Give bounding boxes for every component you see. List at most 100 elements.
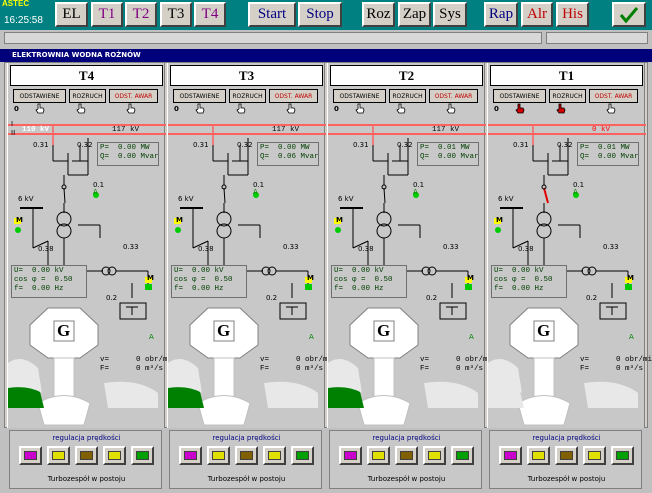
speed-control-button-1[interactable] xyxy=(179,446,202,465)
turbine-panel-t2: T2 ODSTAWIENE ROZRUCH ODST. AWAR 0 117 kV 0.31… xyxy=(327,63,497,428)
speed-control-button-5[interactable] xyxy=(451,446,474,465)
speed-control-button-4[interactable] xyxy=(103,446,126,465)
stop-button[interactable]: Stop xyxy=(298,2,342,27)
speed-control-button-2[interactable] xyxy=(207,446,230,465)
lightning-icon xyxy=(212,451,225,460)
rap-button[interactable]: Rap xyxy=(484,2,518,27)
speed-control-button-3[interactable] xyxy=(75,446,98,465)
kv6-label: 6 kV xyxy=(498,195,514,203)
indicator-a1: A xyxy=(573,188,578,196)
his-button[interactable]: His xyxy=(556,2,589,27)
speed-control-button-2[interactable] xyxy=(47,446,70,465)
toolbar-button-t1[interactable]: T1 xyxy=(91,2,123,27)
generator-symbol: G xyxy=(377,321,391,340)
turbine-status: Turbozespół w postoju xyxy=(527,475,606,483)
kv6-label: 6 kV xyxy=(338,195,354,203)
clock: 16:25:58 xyxy=(4,15,43,26)
speed-control-button-1[interactable] xyxy=(19,446,42,465)
kv6-label: 6 kV xyxy=(18,195,34,203)
speed-control-button-5[interactable] xyxy=(611,446,634,465)
speed-regulation-label: regulacja prędkości xyxy=(212,434,281,442)
indicator-m1: M xyxy=(336,216,343,224)
breaker-038-label: 0.38 xyxy=(198,245,214,253)
speed-control-button-1[interactable] xyxy=(499,446,522,465)
alr-button[interactable]: Alr xyxy=(521,2,553,27)
speed-control-button-3[interactable] xyxy=(555,446,578,465)
drop-icon xyxy=(560,451,573,460)
drop-icon xyxy=(240,451,253,460)
speed-control-button-4[interactable] xyxy=(263,446,286,465)
start-button[interactable]: Start xyxy=(248,2,296,27)
indicator-m1: M xyxy=(496,216,503,224)
roz-button[interactable]: Roz xyxy=(362,2,395,27)
wave-icon xyxy=(588,451,601,460)
switch-02-label: 0.2 xyxy=(106,294,118,302)
indicator-m1: M xyxy=(176,216,183,224)
bus-110kv-label: 110 kV xyxy=(22,126,50,134)
toolbar-button-el[interactable]: EL xyxy=(55,2,88,27)
generator-readout: U= 0.00 kV cos φ = 0.50 f= 0.00 Hz xyxy=(171,265,247,298)
turbine-readout: v= 0 obr/min F= 0 m³/s xyxy=(260,356,337,373)
status-field-side xyxy=(546,32,648,44)
toolbar-button-t2[interactable]: T2 xyxy=(125,2,157,27)
indicator-a1: A xyxy=(253,188,258,196)
speed-control-button-2[interactable] xyxy=(367,446,390,465)
up-arrow-icon xyxy=(344,451,357,460)
speed-control-button-3[interactable] xyxy=(235,446,258,465)
turbine-readout: v= 0 obr/min F= 0 m³/s xyxy=(580,356,652,373)
breaker-032-label: 0.32 xyxy=(557,141,573,149)
power-readout: P= 0.01 MW Q= 0.00 Mvar xyxy=(417,142,479,166)
breaker-031-label: 0.31 xyxy=(33,141,49,149)
sys-button[interactable]: Sys xyxy=(433,2,467,27)
wave-icon xyxy=(268,451,281,460)
breaker-033-label: 0.33 xyxy=(283,243,299,251)
bus-roman-i: I xyxy=(11,120,14,128)
indicator-m2: M xyxy=(147,274,154,282)
switch-02-label: 0.2 xyxy=(586,294,598,302)
indicator-a1: A xyxy=(413,188,418,196)
kv6-label: 6 kV xyxy=(178,195,194,203)
indicator-a2: A xyxy=(309,333,314,341)
zap-button[interactable]: Zap xyxy=(398,2,431,27)
turbine-status: Turbozespół w postoju xyxy=(367,475,446,483)
indicator-m2: M xyxy=(467,274,474,282)
power-readout: P= 0.00 MW Q= 0.00 Mvar xyxy=(97,142,159,166)
drop-icon xyxy=(400,451,413,460)
speed-control-button-4[interactable] xyxy=(583,446,606,465)
speed-control-button-3[interactable] xyxy=(395,446,418,465)
indicator-m2: M xyxy=(307,274,314,282)
power-readout: P= 0.01 MW Q= 0.00 Mvar xyxy=(577,142,639,166)
breaker-031-label: 0.31 xyxy=(353,141,369,149)
bus-roman-ii: II xyxy=(11,129,16,137)
breaker-032-label: 0.32 xyxy=(397,141,413,149)
grid-icon xyxy=(456,451,469,460)
breaker-033-label: 0.33 xyxy=(603,243,619,251)
speed-control-button-4[interactable] xyxy=(423,446,446,465)
turbine-panel-t1: T1 ODSTAWIENE ROZRUCH ODST. AWAR 0 0 kV 0.31 0.… xyxy=(487,63,652,428)
turbine-status: Turbozespół w postoju xyxy=(207,475,286,483)
checkmark-icon xyxy=(619,6,639,23)
breaker-033-label: 0.33 xyxy=(443,243,459,251)
app-logo: ASTEC 16:25:58 xyxy=(0,0,50,29)
speed-regulation-label: regulacja prędkości xyxy=(372,434,441,442)
speed-control-button-5[interactable] xyxy=(131,446,154,465)
breaker-038-label: 0.38 xyxy=(358,245,374,253)
app-brand: ASTEC xyxy=(2,0,30,8)
turbine-readout: v= 0 obr/min F= 0 m³/s xyxy=(100,356,177,373)
breaker-038-label: 0.38 xyxy=(38,245,54,253)
speed-regulation-label: regulacja prędkości xyxy=(52,434,121,442)
status-strip xyxy=(0,30,652,46)
grid-icon xyxy=(616,451,629,460)
toolbar-button-t3[interactable]: T3 xyxy=(160,2,192,27)
speed-control-panel-t2: regulacja prędkości Turbozespół w postoju xyxy=(329,430,482,489)
speed-control-button-5[interactable] xyxy=(291,446,314,465)
bus-voltage: 0 kV xyxy=(592,126,611,134)
breaker-031-label: 0.31 xyxy=(193,141,209,149)
speed-control-button-2[interactable] xyxy=(527,446,550,465)
breaker-031-label: 0.31 xyxy=(513,141,529,149)
toolbar-button-t4[interactable]: T4 xyxy=(194,2,226,27)
generator-readout: U= 0.00 kV cos φ = 0.50 f= 0.00 Hz xyxy=(331,265,407,298)
indicator-a2: A xyxy=(469,333,474,341)
speed-control-button-1[interactable] xyxy=(339,446,362,465)
ok-button[interactable] xyxy=(612,2,646,27)
